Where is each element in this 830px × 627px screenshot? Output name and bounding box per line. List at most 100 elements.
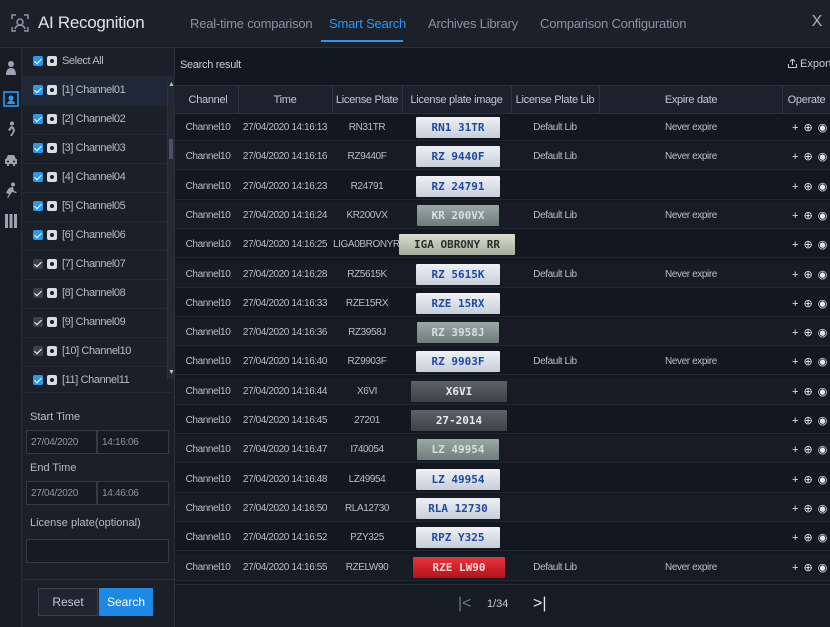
channel-checkbox[interactable] bbox=[33, 230, 43, 240]
select-all-checkbox[interactable] bbox=[33, 56, 43, 66]
channel-checkbox[interactable] bbox=[33, 85, 43, 95]
column-header-time[interactable]: Time bbox=[239, 94, 331, 106]
scrollbar-thumb[interactable] bbox=[169, 139, 173, 159]
row-operate-buttons[interactable]: + ⊕ ◉ bbox=[792, 502, 828, 515]
channel-item[interactable]: [3] Channel03 bbox=[22, 135, 175, 164]
channel-checkbox[interactable] bbox=[33, 201, 43, 211]
channel-item[interactable]: [6] Channel06 bbox=[22, 222, 175, 251]
tab-real-time-comparison[interactable]: Real-time comparison bbox=[190, 16, 313, 31]
license-plate-image[interactable]: RZ 9440F bbox=[416, 146, 500, 168]
table-row[interactable]: Channel10 27/04/2020 14:16:45 27201 27-2014… bbox=[175, 407, 830, 434]
crowd-icon[interactable] bbox=[3, 213, 19, 229]
tab-comparison-configuration[interactable]: Comparison Configuration bbox=[540, 16, 686, 31]
column-header-operate[interactable]: Operate bbox=[783, 94, 830, 106]
table-row[interactable]: Channel10 27/04/2020 14:16:40 RZ9903F Defau… bbox=[175, 348, 830, 376]
table-row[interactable]: Channel10 27/04/2020 14:16:55 RZELW90 Defau… bbox=[175, 553, 830, 581]
scroll-up-arrow-icon[interactable]: ▲ bbox=[168, 81, 175, 89]
start-date-field[interactable]: 27/04/2020 bbox=[26, 430, 97, 454]
channel-checkbox[interactable] bbox=[33, 346, 43, 356]
license-plate-image[interactable]: 27-2014 bbox=[411, 410, 507, 431]
column-header-channel[interactable]: Channel bbox=[183, 94, 233, 106]
channel-checkbox[interactable] bbox=[33, 259, 43, 269]
license-plate-image[interactable]: RZ 3958J bbox=[417, 322, 499, 344]
column-header-plate-image[interactable]: License plate image bbox=[403, 94, 510, 106]
end-date-field[interactable]: 27/04/2020 bbox=[26, 481, 97, 505]
start-time-field[interactable]: 14:16:06 bbox=[97, 430, 169, 454]
row-operate-buttons[interactable]: + ⊕ ◉ bbox=[792, 561, 828, 574]
row-operate-buttons[interactable]: + ⊕ ◉ bbox=[792, 209, 828, 222]
channel-checkbox[interactable] bbox=[33, 143, 43, 153]
table-row[interactable]: Channel10 27/04/2020 14:16:44 X6VI X6VI + ⊕ … bbox=[175, 377, 830, 405]
tab-archives-library[interactable]: Archives Library bbox=[428, 16, 518, 31]
face-compare-icon[interactable] bbox=[3, 91, 19, 107]
license-plate-image[interactable]: LZ 49954 bbox=[417, 439, 499, 461]
license-plate-image[interactable]: RLA 12730 bbox=[416, 497, 500, 519]
row-operate-buttons[interactable]: + ⊕ ◉ bbox=[792, 238, 828, 251]
table-row[interactable]: Channel10 27/04/2020 14:16:36 RZ3958J RZ 39… bbox=[175, 319, 830, 347]
column-header-license-plate[interactable]: License Plate bbox=[333, 94, 401, 106]
license-plate-image[interactable]: RPZ Y325 bbox=[416, 527, 500, 549]
row-operate-buttons[interactable]: + ⊕ ◉ bbox=[792, 121, 828, 134]
row-operate-buttons[interactable]: + ⊕ ◉ bbox=[792, 443, 828, 456]
channel-item[interactable]: [11] Channel11 bbox=[22, 367, 175, 393]
license-plate-input[interactable] bbox=[26, 539, 169, 563]
car-icon[interactable] bbox=[3, 152, 19, 168]
end-time-field[interactable]: 14:46:06 bbox=[97, 481, 169, 505]
table-row[interactable]: Channel10 27/04/2020 14:16:52 PZY325 RPZ Y3… bbox=[175, 524, 830, 552]
table-row[interactable]: Channel10 27/04/2020 14:16:16 RZ9440F Defau… bbox=[175, 143, 830, 171]
channel-item[interactable]: [1] Channel01 bbox=[22, 77, 175, 106]
row-operate-buttons[interactable]: + ⊕ ◉ bbox=[792, 414, 828, 427]
channel-item[interactable]: [9] Channel09 bbox=[22, 309, 175, 338]
row-operate-buttons[interactable]: + ⊕ ◉ bbox=[792, 150, 828, 163]
scroll-down-arrow-icon[interactable]: ▼ bbox=[168, 369, 175, 377]
close-button[interactable]: X bbox=[808, 13, 826, 31]
channel-checkbox[interactable] bbox=[33, 114, 43, 124]
table-row[interactable]: Channel10 27/04/2020 14:16:33 RZE15RX RZE 1… bbox=[175, 290, 830, 317]
row-operate-buttons[interactable]: + ⊕ ◉ bbox=[792, 385, 828, 398]
row-operate-buttons[interactable]: + ⊕ ◉ bbox=[792, 180, 828, 193]
channel-item[interactable]: [10] Channel10 bbox=[22, 338, 175, 367]
first-page-button[interactable]: |< bbox=[458, 595, 472, 613]
license-plate-image[interactable]: X6VI bbox=[411, 380, 507, 402]
reset-button[interactable]: Reset bbox=[38, 588, 98, 616]
export-button[interactable]: Export bbox=[788, 58, 830, 70]
row-operate-buttons[interactable]: + ⊕ ◉ bbox=[792, 531, 828, 544]
license-plate-image[interactable]: LZ 49954 bbox=[416, 468, 500, 490]
walking-person-icon[interactable] bbox=[3, 121, 19, 137]
column-header-plate-lib[interactable]: License Plate Lib bbox=[512, 94, 598, 106]
row-operate-buttons[interactable]: + ⊕ ◉ bbox=[792, 473, 828, 486]
channel-checkbox[interactable] bbox=[33, 375, 43, 385]
channel-scrollbar[interactable]: ▲ ▼ bbox=[167, 81, 175, 379]
table-row[interactable]: Channel10 27/04/2020 14:16:13 RN31TR Defaul… bbox=[175, 114, 830, 141]
row-operate-buttons[interactable]: + ⊕ ◉ bbox=[792, 355, 828, 368]
license-plate-image[interactable]: RZ 9903F bbox=[416, 351, 500, 373]
license-plate-image[interactable]: RZE LW90 bbox=[413, 556, 505, 578]
channel-item[interactable]: [2] Channel02 bbox=[22, 106, 175, 135]
tab-smart-search[interactable]: Smart Search bbox=[329, 16, 406, 31]
channel-checkbox[interactable] bbox=[33, 288, 43, 298]
row-operate-buttons[interactable]: + ⊕ ◉ bbox=[792, 326, 828, 339]
table-row[interactable]: Channel10 27/04/2020 14:16:23 R24791 RZ 247… bbox=[175, 173, 830, 200]
license-plate-image[interactable]: KR 200VX bbox=[417, 204, 499, 226]
person-icon[interactable] bbox=[3, 60, 19, 76]
license-plate-image[interactable]: RZE 15RX bbox=[416, 292, 500, 314]
table-row[interactable]: Channel10 27/04/2020 14:16:47 I740054 LZ 49… bbox=[175, 436, 830, 464]
channel-item[interactable]: [8] Channel08 bbox=[22, 280, 175, 309]
column-header-expire-date[interactable]: Expire date bbox=[600, 94, 782, 106]
table-row[interactable]: Channel10 27/04/2020 14:16:48 LZ49954 LZ 49… bbox=[175, 466, 830, 493]
table-row[interactable]: Channel10 27/04/2020 14:16:24 KR200VX Defau… bbox=[175, 201, 830, 229]
channel-item[interactable]: [7] Channel07 bbox=[22, 251, 175, 280]
search-button[interactable]: Search bbox=[99, 588, 153, 616]
license-plate-image[interactable]: RZ 5615K bbox=[416, 263, 500, 285]
running-person-icon[interactable] bbox=[3, 182, 19, 198]
channel-item[interactable]: [5] Channel05 bbox=[22, 193, 175, 222]
select-all-row[interactable]: Select All bbox=[22, 48, 175, 77]
license-plate-image[interactable]: RN1 31TR bbox=[416, 117, 500, 138]
row-operate-buttons[interactable]: + ⊕ ◉ bbox=[792, 297, 828, 310]
channel-checkbox[interactable] bbox=[33, 317, 43, 327]
license-plate-image[interactable]: IGA OBRONY RR bbox=[399, 234, 515, 256]
table-row[interactable]: Channel10 27/04/2020 14:16:25 LIGA0BRONYRR… bbox=[175, 231, 830, 259]
row-operate-buttons[interactable]: + ⊕ ◉ bbox=[792, 268, 828, 281]
table-row[interactable]: Channel10 27/04/2020 14:16:28 RZ5615K Defau… bbox=[175, 260, 830, 288]
channel-checkbox[interactable] bbox=[33, 172, 43, 182]
